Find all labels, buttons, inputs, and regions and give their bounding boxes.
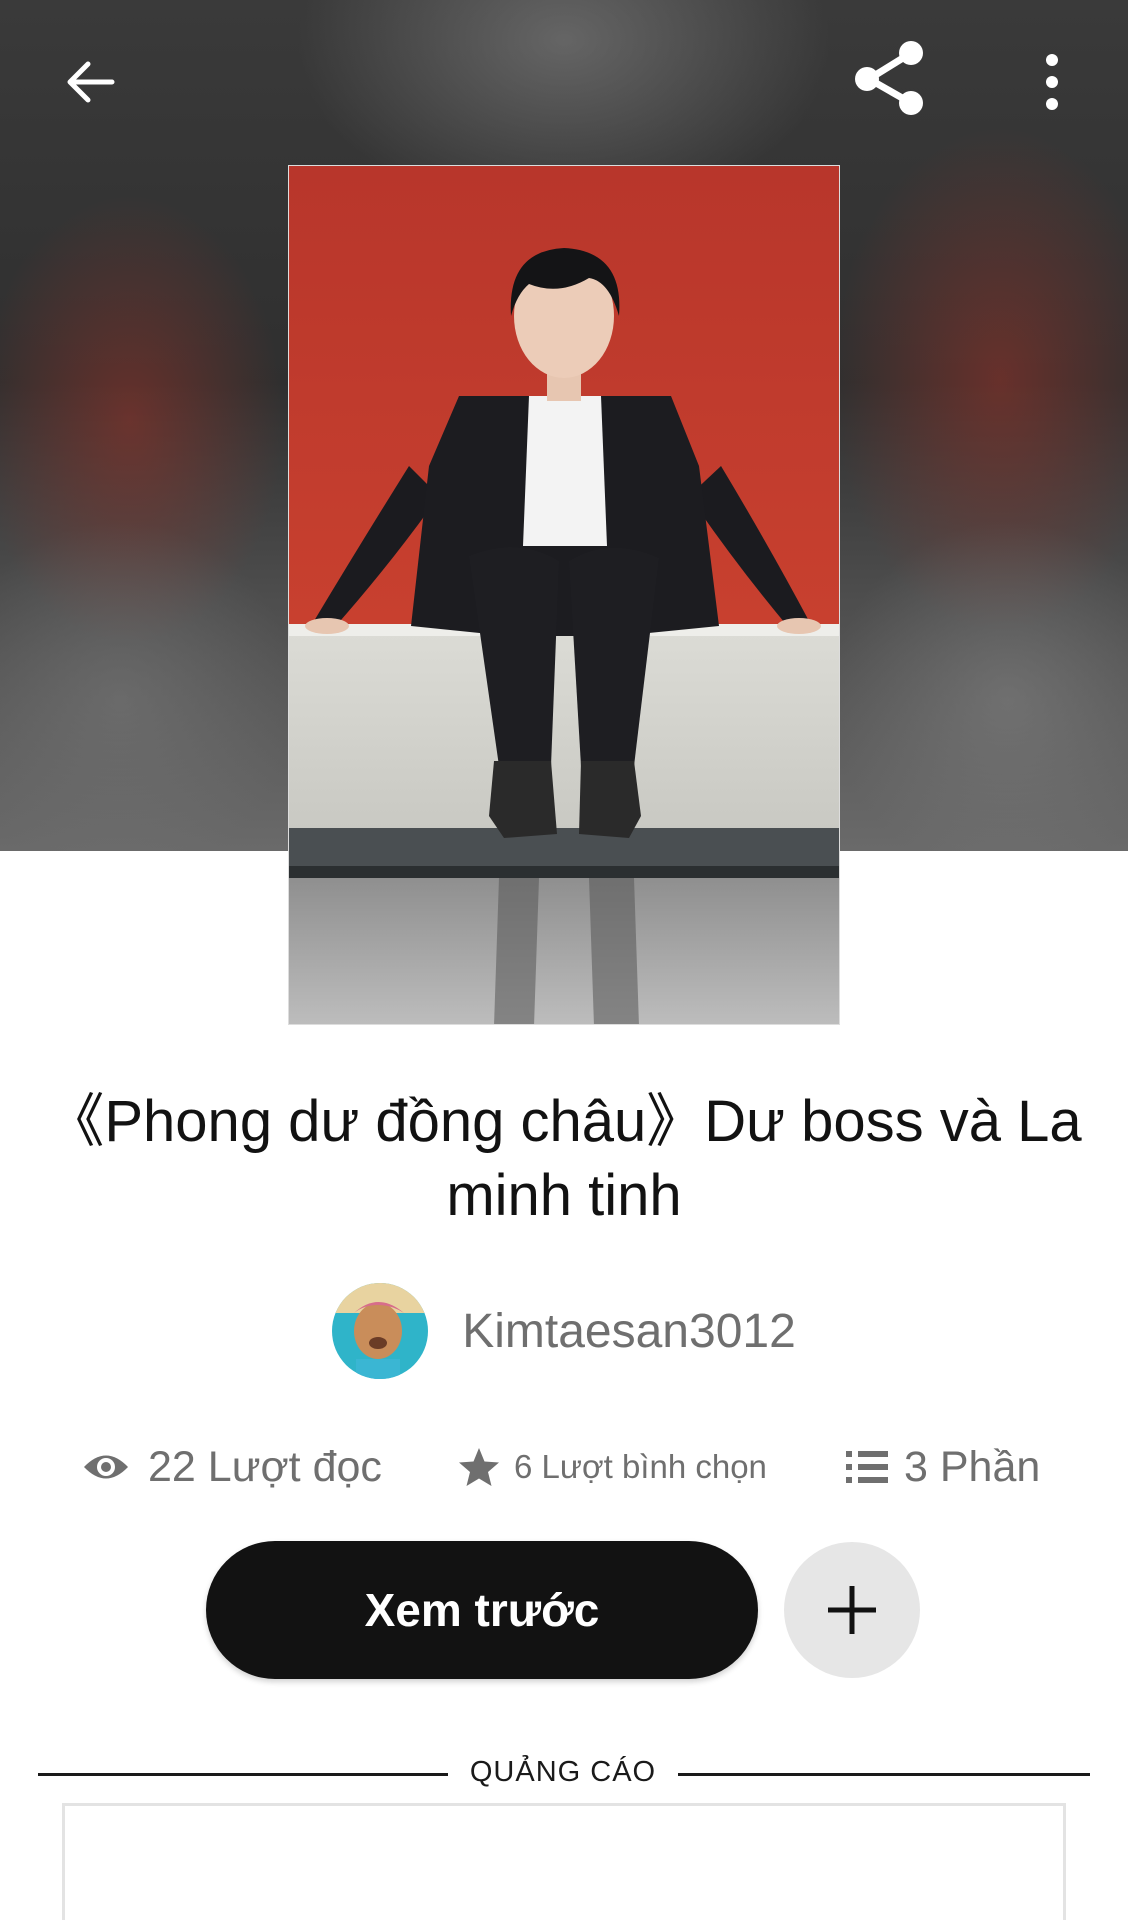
- ad-container[interactable]: [62, 1803, 1066, 1920]
- share-icon: [855, 41, 923, 115]
- more-vertical-icon: [1046, 54, 1058, 110]
- reads-stat: 22 Lượt đọc: [82, 1435, 382, 1499]
- ad-label: QUẢNG CÁO: [469, 1756, 657, 1788]
- eye-icon: [82, 1450, 130, 1484]
- list-icon: [846, 1449, 888, 1485]
- add-to-library-button[interactable]: [784, 1542, 920, 1678]
- story-cover-image[interactable]: [288, 165, 840, 1025]
- parts-stat: 3 Phần: [846, 1435, 1040, 1499]
- arrow-left-icon: [67, 61, 115, 103]
- reads-count: 22 Lượt đọc: [148, 1442, 382, 1491]
- share-button[interactable]: [846, 34, 932, 120]
- author-avatar[interactable]: [332, 1283, 429, 1379]
- ad-divider-right: [678, 1773, 1090, 1776]
- story-title: 《Phong dư đồng châu》Dư boss và La minh t…: [46, 1089, 1082, 1228]
- story-stats: 22 Lượt đọc 6 Lượt bình chọn 3 Phần: [0, 1435, 1128, 1499]
- author-name[interactable]: Kimtaesan3012: [462, 1304, 796, 1359]
- author-row[interactable]: Kimtaesan3012: [0, 1282, 1128, 1380]
- votes-stat: 6 Lượt bình chọn: [458, 1435, 767, 1499]
- more-options-button[interactable]: [1026, 40, 1078, 124]
- ad-divider-left: [38, 1773, 448, 1776]
- back-button[interactable]: [48, 40, 132, 124]
- parts-count: 3 Phần: [904, 1442, 1041, 1491]
- story-detail-page: 《Phong dư đồng châu》Dư boss và La minh t…: [0, 0, 1128, 1920]
- star-icon: [458, 1447, 500, 1487]
- votes-count: 6 Lượt bình chọn: [514, 1448, 767, 1485]
- plus-icon: [828, 1586, 876, 1634]
- preview-read-button[interactable]: Xem trước: [206, 1541, 758, 1679]
